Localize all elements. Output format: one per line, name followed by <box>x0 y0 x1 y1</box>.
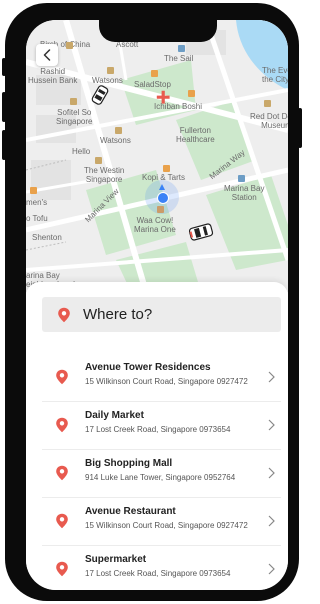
chevron-right-icon <box>268 371 275 383</box>
place-address: 914 Luke Lane Tower, Singapore 0952764 <box>85 473 236 482</box>
back-button[interactable] <box>36 44 58 66</box>
current-location-marker <box>145 180 179 214</box>
location-pin-icon <box>56 369 68 385</box>
place-address: 15 Wilkinson Court Road, Singapore 09274… <box>85 521 248 530</box>
location-pin-icon <box>58 307 70 322</box>
chevron-right-icon <box>268 563 275 575</box>
location-heading <box>159 184 165 190</box>
place-address: 15 Wilkinson Court Road, Singapore 09274… <box>85 377 248 386</box>
map-overlay <box>30 42 271 213</box>
chevron-right-icon <box>268 419 275 431</box>
where-to-search[interactable]: Where to? <box>42 297 281 332</box>
place-item[interactable]: Daily Market 17 Lost Creek Road, Singapo… <box>42 401 281 450</box>
place-item[interactable]: Avenue Tower Residences 15 Wilkinson Cou… <box>42 353 281 402</box>
place-name: Avenue Restaurant <box>85 506 176 517</box>
place-address: 17 Lost Creek Road, Singapore 0973654 <box>85 425 231 434</box>
place-name: Avenue Tower Residences <box>85 362 211 373</box>
place-item[interactable]: Supermarket 17 Lost Creek Road, Singapor… <box>42 545 281 590</box>
location-pin-icon <box>56 513 68 529</box>
place-name: Supermarket <box>85 554 147 565</box>
place-name: Daily Market <box>85 410 144 421</box>
screen: Birch of China Ascott The Sail Rashid Hu… <box>26 20 288 590</box>
where-to-placeholder: Where to? <box>83 306 153 323</box>
place-item[interactable]: Big Shopping Mall 914 Luke Lane Tower, S… <box>42 449 281 498</box>
chevron-right-icon <box>268 515 275 527</box>
map-view[interactable]: Birch of China Ascott The Sail Rashid Hu… <box>26 20 288 292</box>
location-pin-icon <box>56 417 68 433</box>
location-pin-icon <box>56 561 68 577</box>
chevron-right-icon <box>268 467 275 479</box>
phone-frame: Birch of China Ascott The Sail Rashid Hu… <box>5 3 299 601</box>
location-dot <box>157 192 169 204</box>
notch <box>99 20 217 42</box>
destination-sheet: Where to? Avenue Tower Residences 15 Wil… <box>26 282 288 590</box>
place-item[interactable]: Avenue Restaurant 15 Wilkinson Court Roa… <box>42 497 281 546</box>
location-pin-icon <box>56 465 68 481</box>
place-address: 17 Lost Creek Road, Singapore 0973654 <box>85 569 231 578</box>
chevron-left-icon <box>43 49 51 61</box>
place-name: Big Shopping Mall <box>85 458 173 469</box>
